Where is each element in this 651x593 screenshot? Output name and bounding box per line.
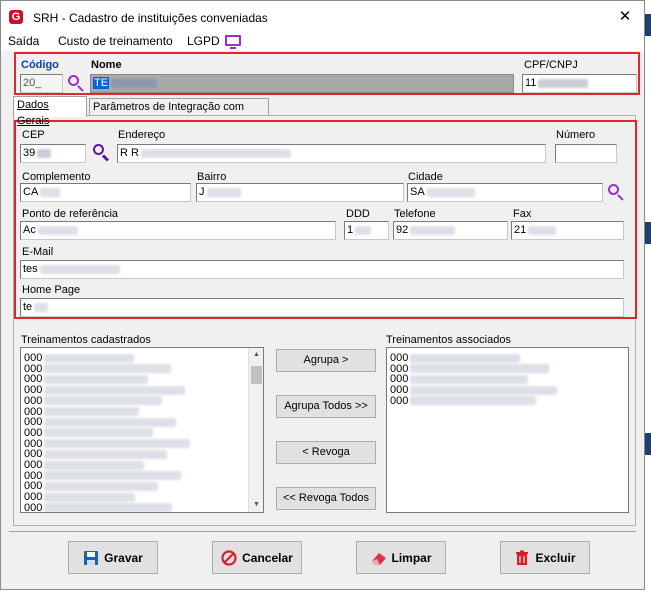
cancelar-button[interactable]: Cancelar xyxy=(212,541,302,574)
list-item[interactable]: 000 xyxy=(24,502,173,512)
cancelar-label: Cancelar xyxy=(242,550,293,565)
ponto-referencia-input[interactable]: Ac xyxy=(20,221,336,240)
fax-label: Fax xyxy=(513,208,532,220)
cancel-icon xyxy=(221,549,237,566)
cidade-input[interactable]: SA xyxy=(407,183,603,202)
scroll-down-icon[interactable]: ▼ xyxy=(249,498,263,512)
scroll-thumb[interactable] xyxy=(251,366,262,384)
monitor-icon[interactable] xyxy=(225,35,241,49)
home-page-label: Home Page xyxy=(22,284,81,296)
numero-input[interactable] xyxy=(555,144,617,163)
treinamentos-cadastrados-label: Treinamentos cadastrados xyxy=(21,334,151,346)
email-input[interactable]: tes xyxy=(20,260,624,279)
dialog-window: G SRH - Cadastro de instituições conveni… xyxy=(0,0,645,590)
list-item[interactable]: 000 xyxy=(24,480,159,492)
close-icon[interactable]: ✕ xyxy=(614,6,636,28)
list-item[interactable]: 000 xyxy=(24,416,177,428)
list-item[interactable]: 000 xyxy=(24,438,191,450)
cidade-label: Cidade xyxy=(408,171,443,183)
list-item[interactable]: 000 xyxy=(24,352,135,364)
list-item[interactable]: 000 xyxy=(24,395,163,407)
list-item[interactable]: 000 xyxy=(24,427,154,439)
list-scrollbar[interactable]: ▲ ▼ xyxy=(248,348,263,512)
endereco-input[interactable]: R R xyxy=(117,144,546,163)
complemento-label: Complemento xyxy=(22,171,91,183)
list-item[interactable]: 000 xyxy=(24,459,145,471)
menu-bar: Saída Custo de treinamento LGPD xyxy=(1,31,644,51)
separator xyxy=(9,531,636,532)
tab-parametros-integracao[interactable]: Parâmetros de Integração com CPG xyxy=(89,98,269,129)
treinamentos-associados-list[interactable]: 000 000 000 000 000 xyxy=(386,347,629,513)
ddd-label: DDD xyxy=(346,208,370,220)
list-item[interactable]: 000 xyxy=(24,406,140,418)
complemento-input[interactable]: CA xyxy=(20,183,191,202)
home-page-input[interactable]: te xyxy=(20,298,624,317)
excluir-label: Excluir xyxy=(535,550,576,565)
menu-item-custo-treinamento[interactable]: Custo de treinamento xyxy=(58,34,173,48)
list-item[interactable]: 000 xyxy=(24,384,186,396)
trash-icon xyxy=(514,550,530,566)
search-icon[interactable] xyxy=(67,74,85,92)
list-item[interactable]: 000 xyxy=(24,363,172,375)
treinamentos-cadastrados-list[interactable]: 000 000 000 000 000 000 000 000 000 000 000 000 000 0… xyxy=(20,347,264,513)
limpar-button[interactable]: Limpar xyxy=(356,541,446,574)
ponto-referencia-label: Ponto de referência xyxy=(22,208,119,220)
fax-input[interactable]: 21 xyxy=(511,221,624,240)
window-title: SRH - Cadastro de instituições conveniad… xyxy=(33,11,268,25)
search-cep-icon[interactable] xyxy=(92,143,110,162)
nome-label: Nome xyxy=(91,59,122,71)
list-item[interactable]: 000 xyxy=(390,395,537,407)
menu-item-lgpd[interactable]: LGPD xyxy=(187,34,220,48)
cep-input[interactable]: 39 xyxy=(20,144,86,163)
endereco-label: Endereço xyxy=(118,129,166,141)
codigo-label: Código xyxy=(21,59,59,71)
cep-label: CEP xyxy=(22,129,45,141)
telefone-label: Telefone xyxy=(394,208,436,220)
agrupa-todos-button[interactable]: Agrupa Todos >> xyxy=(276,395,376,418)
revoga-todos-button[interactable]: << Revoga Todos xyxy=(276,487,376,510)
save-icon xyxy=(83,550,99,566)
cpf-cnpj-label: CPF/CNPJ xyxy=(524,59,578,71)
limpar-label: Limpar xyxy=(391,550,432,565)
search-cidade-icon[interactable] xyxy=(607,183,625,201)
scroll-up-icon[interactable]: ▲ xyxy=(249,348,263,362)
list-item[interactable]: 000 xyxy=(24,470,182,482)
list-item[interactable]: 000 xyxy=(24,373,149,385)
list-item[interactable]: 000 xyxy=(24,491,136,503)
gravar-button[interactable]: Gravar xyxy=(68,541,158,574)
list-item[interactable]: 000 xyxy=(24,448,168,460)
treinamentos-associados-label: Treinamentos associados xyxy=(386,334,511,346)
excluir-button[interactable]: Excluir xyxy=(500,541,590,574)
bairro-input[interactable]: J xyxy=(196,183,404,202)
gravar-label: Gravar xyxy=(104,550,143,565)
tab-dados-gerais[interactable]: Dados Gerais xyxy=(13,96,87,127)
eraser-icon xyxy=(370,550,387,566)
app-logo-icon: G xyxy=(9,10,23,24)
telefone-input[interactable]: 92 xyxy=(393,221,508,240)
title-bar: G SRH - Cadastro de instituições conveni… xyxy=(1,1,644,31)
email-label: E-Mail xyxy=(22,246,54,258)
revoga-button[interactable]: < Revoga xyxy=(276,441,376,464)
menu-item-saida[interactable]: Saída xyxy=(8,34,39,48)
bairro-label: Bairro xyxy=(197,171,227,183)
cpf-cnpj-input[interactable]: 11 xyxy=(522,74,637,93)
numero-label: Número xyxy=(556,129,596,141)
agrupa-button[interactable]: Agrupa > xyxy=(276,349,376,372)
nome-input[interactable]: TE xyxy=(90,74,514,93)
ddd-input[interactable]: 1 xyxy=(344,221,389,240)
codigo-input[interactable]: 20_ xyxy=(20,74,63,93)
